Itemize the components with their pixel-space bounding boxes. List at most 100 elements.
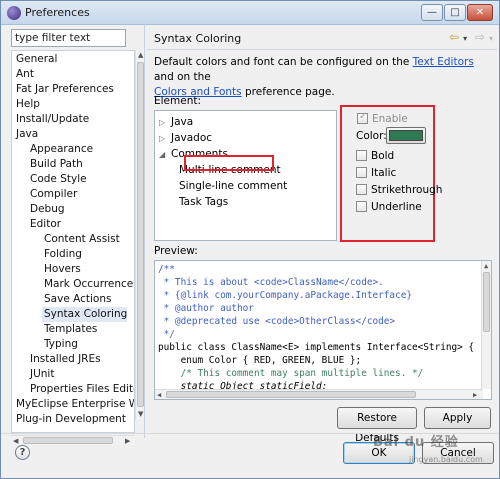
element-label-text: Java: [171, 116, 194, 128]
tree-item[interactable]: Typing: [42, 337, 78, 352]
preview-line: * This is about <code>ClassName</code>.: [158, 277, 384, 288]
text-editors-link[interactable]: Text Editors: [413, 56, 474, 68]
description-text: Default colors and font can be configure…: [154, 56, 413, 68]
tree-item[interactable]: Content Assist: [42, 232, 120, 247]
preview-line: * @author author: [158, 303, 254, 314]
help-icon[interactable]: ?: [15, 445, 30, 460]
preview-line: */: [158, 329, 175, 340]
scroll-up-icon[interactable]: ▲: [138, 51, 143, 59]
underline-check-icon[interactable]: [356, 201, 367, 212]
tree-item[interactable]: Install/Update: [14, 112, 89, 127]
italic-checkbox[interactable]: Italic: [356, 167, 396, 179]
page-navigation: ⇦ ▾ ⇨ ▾: [445, 30, 493, 44]
tree-item[interactable]: Help: [14, 97, 40, 112]
tree-item[interactable]: MyEclipse Enterprise Workbench: [14, 397, 134, 412]
color-picker-button[interactable]: [386, 127, 426, 144]
tree-item[interactable]: General: [14, 52, 57, 67]
element-label-text: Javadoc: [171, 132, 213, 144]
pane-divider[interactable]: [144, 25, 145, 438]
preferences-window: Preferences — □ ✕ GeneralAntFat Jar Pref…: [0, 0, 500, 479]
bold-label: Bold: [371, 150, 395, 162]
italic-check-icon[interactable]: [356, 167, 367, 178]
tree-item[interactable]: Hovers: [42, 262, 81, 277]
tree-item[interactable]: Code Style: [28, 172, 87, 187]
preview-line: /**: [158, 264, 175, 275]
element-tree[interactable]: ▷ Java ▷ Javadoc ◢ Comments Multi-line comment…: [154, 110, 337, 241]
preview-line: public class ClassName<E> implements Int…: [158, 342, 475, 353]
element-label: Element:: [154, 95, 202, 107]
preview-label: Preview:: [154, 245, 198, 257]
scroll-left-icon[interactable]: ◀: [157, 391, 161, 399]
back-dropdown-icon[interactable]: ▾: [463, 34, 467, 43]
maximize-button[interactable]: □: [444, 4, 466, 21]
description-text-end: preference page.: [241, 86, 335, 98]
forward-dropdown-icon[interactable]: ▾: [489, 34, 493, 43]
bold-checkbox[interactable]: Bold: [356, 150, 394, 162]
tree-item[interactable]: JUnit: [28, 367, 54, 382]
twisty-icon[interactable]: ◢: [159, 148, 171, 162]
tree-item[interactable]: Build Path: [28, 157, 83, 172]
code-preview[interactable]: /** * This is about <code>ClassName</cod…: [154, 260, 492, 400]
enable-check-icon[interactable]: [357, 111, 368, 124]
twisty-icon[interactable]: ▷: [159, 132, 171, 146]
tree-item[interactable]: Java: [14, 127, 38, 142]
back-arrow-icon[interactable]: ⇦: [449, 30, 459, 44]
page-title: Syntax Coloring: [154, 32, 242, 45]
tree-item[interactable]: Folding: [42, 247, 82, 262]
tree-hscroll-thumb[interactable]: [23, 437, 113, 444]
element-item[interactable]: Task Tags: [179, 195, 228, 209]
tree-item[interactable]: Properties Files Editor: [28, 382, 134, 397]
scroll-right-icon[interactable]: ▶: [125, 437, 130, 445]
color-label: Color:: [356, 130, 387, 142]
filter-input[interactable]: [11, 29, 126, 47]
scroll-right-icon[interactable]: ▶: [473, 391, 477, 399]
strikethrough-checkbox[interactable]: Strikethrough: [356, 184, 442, 196]
scroll-up-icon[interactable]: ▲: [484, 262, 488, 270]
bold-check-icon[interactable]: [356, 150, 367, 161]
preferences-navigation: GeneralAntFat Jar PreferencesHelpInstall…: [7, 28, 145, 445]
preview-scroll-thumb[interactable]: [483, 272, 490, 332]
apply-button[interactable]: Apply: [424, 407, 491, 429]
tree-item[interactable]: Appearance: [28, 142, 93, 157]
window-title: Preferences: [25, 6, 90, 19]
tree-item[interactable]: Mark Occurrences: [42, 277, 134, 292]
forward-arrow-icon[interactable]: ⇨: [475, 30, 485, 44]
element-label-text: Single-line comment: [179, 180, 288, 192]
restore-defaults-button[interactable]: Restore Defaults: [337, 407, 417, 444]
tree-item[interactable]: Debug: [28, 202, 65, 217]
title-bar[interactable]: Preferences — □ ✕: [1, 1, 499, 25]
close-button[interactable]: ✕: [467, 4, 493, 21]
element-label-text: Task Tags: [179, 196, 229, 208]
preview-line: enum Color { RED, GREEN, BLUE };: [158, 355, 362, 366]
element-item[interactable]: ▷ Javadoc: [159, 131, 212, 146]
tree-item[interactable]: Templates: [42, 322, 97, 337]
tree-item[interactable]: Installed JREs: [28, 352, 101, 367]
tree-horizontal-scrollbar[interactable]: ◀ ▶: [11, 435, 135, 445]
tree-item[interactable]: Compiler: [28, 187, 77, 202]
page-description: Default colors and font can be configure…: [154, 55, 489, 100]
scroll-down-icon[interactable]: ▼: [138, 410, 143, 418]
preference-tree[interactable]: General Ant Fat Jar Preferences Help Install…: [11, 50, 135, 433]
tree-scroll-thumb[interactable]: [137, 62, 144, 407]
description-text-middle: and on the: [154, 71, 211, 83]
twisty-icon[interactable]: ▷: [159, 116, 171, 130]
preview-horizontal-scrollbar[interactable]: ◀ ▶: [155, 389, 483, 399]
underline-checkbox[interactable]: Underline: [356, 201, 422, 213]
minimize-button[interactable]: —: [421, 4, 443, 21]
baidu-watermark: Bai du 经验: [373, 435, 459, 450]
tree-item[interactable]: Fat Jar Preferences: [14, 82, 114, 97]
element-item[interactable]: ▷ Java: [159, 115, 193, 130]
enable-checkbox[interactable]: Enable: [357, 111, 408, 125]
preview-vertical-scrollbar[interactable]: ▲: [481, 261, 491, 389]
strikethrough-check-icon[interactable]: [356, 184, 367, 195]
underline-label: Underline: [371, 201, 422, 213]
scroll-left-icon[interactable]: ◀: [13, 437, 18, 445]
tree-item[interactable]: Syntax Coloring: [42, 307, 128, 322]
tree-item[interactable]: Ant: [14, 67, 34, 82]
tree-item[interactable]: Editor: [28, 217, 61, 232]
tree-item[interactable]: Plug-in Development: [14, 412, 126, 427]
preview-hscroll-thumb[interactable]: [166, 391, 416, 398]
element-item[interactable]: Single-line comment: [179, 179, 287, 193]
tree-item[interactable]: Save Actions: [42, 292, 111, 307]
color-swatch: [389, 130, 423, 141]
